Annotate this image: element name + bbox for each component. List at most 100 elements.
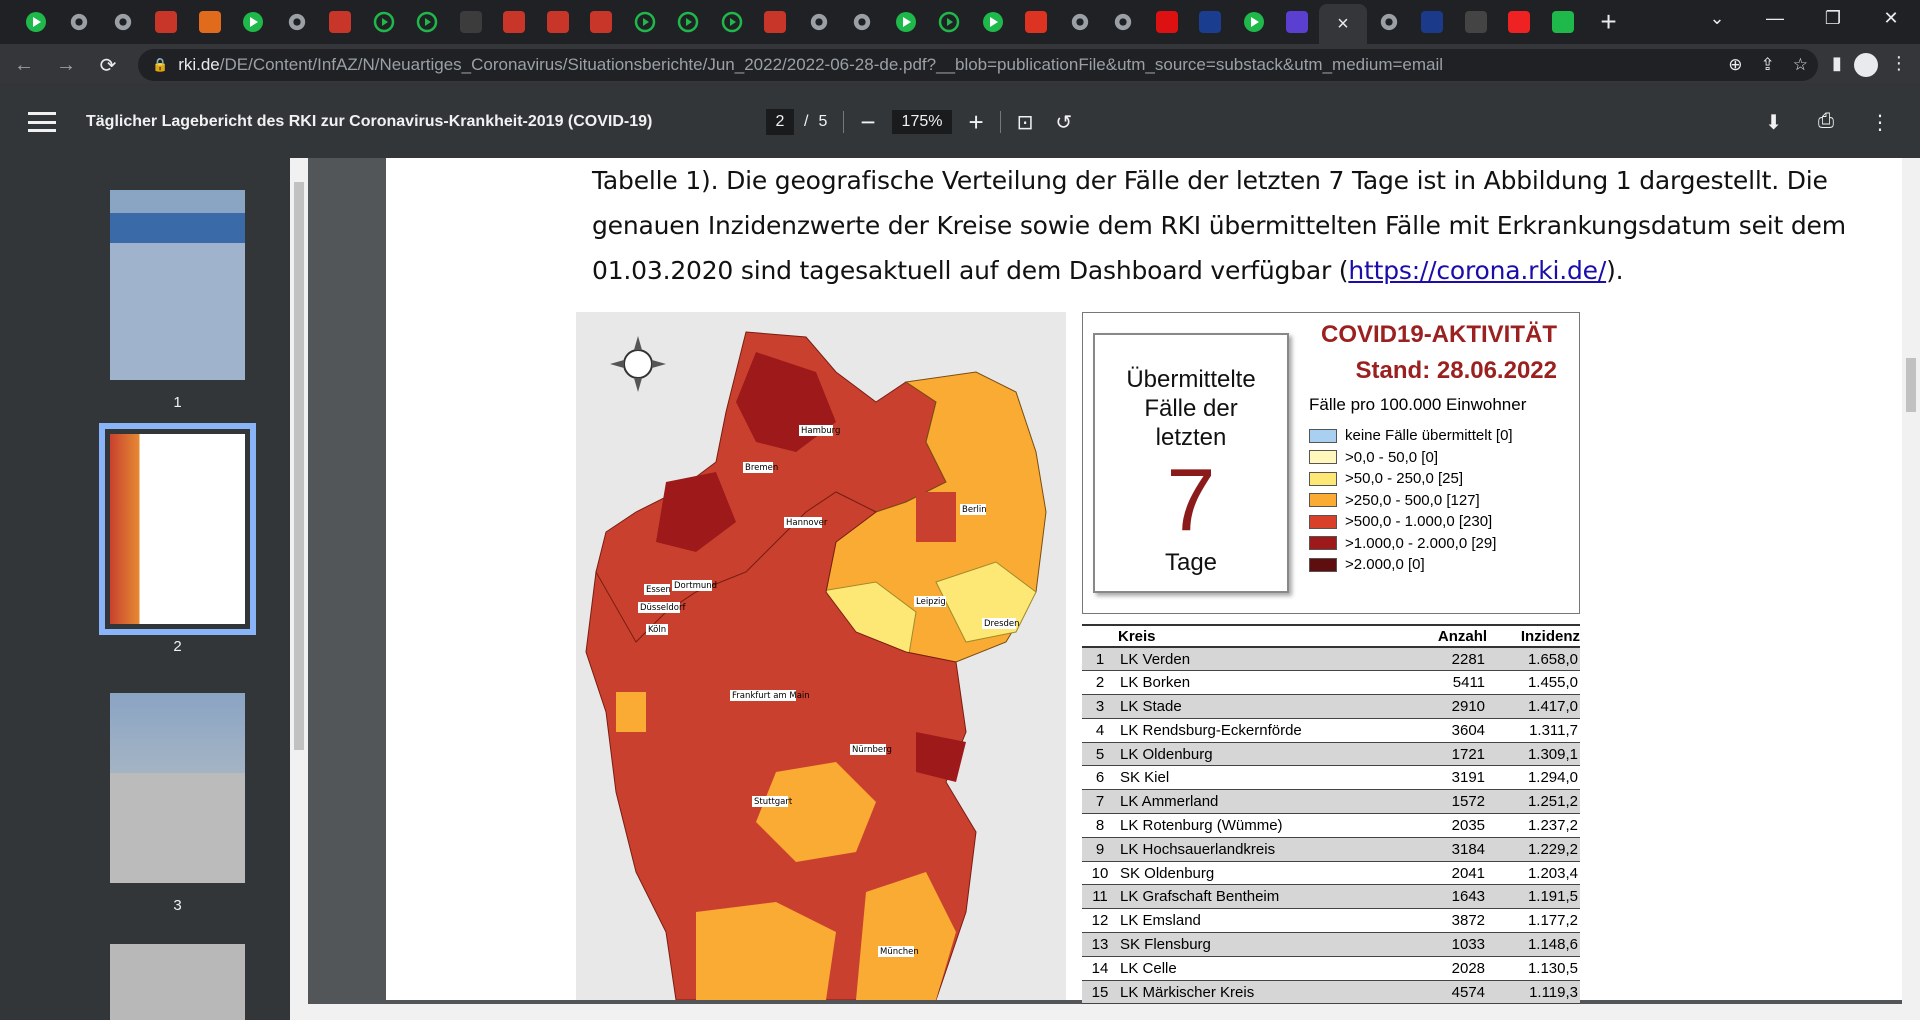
share-icon[interactable]: ⇪ bbox=[1761, 55, 1775, 75]
reload-button[interactable]: ⟳ bbox=[90, 47, 126, 83]
tab[interactable] bbox=[1276, 4, 1320, 40]
tab[interactable] bbox=[928, 4, 972, 40]
zoom-input[interactable]: 175% bbox=[891, 110, 953, 134]
fit-page-icon[interactable]: ⊡ bbox=[1017, 110, 1034, 135]
cell-inzidenz: 1.229,2 bbox=[1487, 837, 1580, 862]
close-window-button[interactable]: ✕ bbox=[1862, 0, 1920, 36]
tab[interactable] bbox=[536, 4, 580, 40]
window-controls: ⌄ — ❐ ✕ bbox=[1688, 0, 1920, 36]
youtube-icon bbox=[1508, 11, 1531, 33]
tab[interactable] bbox=[580, 4, 624, 40]
tab[interactable] bbox=[884, 4, 928, 40]
tab-search-icon[interactable]: ⌄ bbox=[1688, 0, 1746, 36]
film-icon bbox=[1199, 11, 1222, 33]
tab[interactable] bbox=[754, 4, 798, 40]
tab[interactable] bbox=[275, 4, 319, 40]
tab[interactable] bbox=[1232, 4, 1276, 40]
profile-avatar[interactable] bbox=[1853, 53, 1878, 77]
sidebar-scroll-thumb[interactable] bbox=[294, 182, 304, 750]
tab[interactable] bbox=[623, 4, 667, 40]
maximize-button[interactable]: ❐ bbox=[1804, 0, 1862, 36]
tab[interactable] bbox=[1058, 4, 1102, 40]
close-icon[interactable]: × bbox=[1337, 13, 1349, 36]
city-label-berlin: Berlin bbox=[962, 505, 987, 515]
legend-swatch bbox=[1309, 493, 1337, 508]
print-icon[interactable]: ⎙ bbox=[1818, 110, 1834, 135]
table-row: 1 LK Verden 2281 1.658,0 bbox=[1082, 647, 1580, 672]
tab[interactable] bbox=[1015, 4, 1059, 40]
cell-inzidenz: 1.191,5 bbox=[1487, 884, 1580, 910]
rotate-icon[interactable]: ↺ bbox=[1055, 110, 1072, 135]
cell-kreis: SK Oldenburg bbox=[1118, 861, 1410, 886]
table-row: 2 LK Borken 5411 1.455,0 bbox=[1082, 670, 1580, 696]
cell-rank: 1 bbox=[1082, 647, 1118, 672]
tab[interactable] bbox=[1541, 4, 1585, 40]
viewer-scrollbar[interactable] bbox=[1902, 158, 1920, 1004]
tab[interactable] bbox=[449, 4, 493, 40]
tab[interactable] bbox=[1367, 4, 1411, 40]
legend-box-number: 7 bbox=[1166, 450, 1216, 549]
pdf-toolbar: Täglicher Lagebericht des RKI zur Corona… bbox=[0, 86, 1920, 158]
back-button[interactable]: ← bbox=[6, 47, 42, 83]
col-header-anzahl: Anzahl bbox=[1409, 624, 1488, 648]
forward-button[interactable]: → bbox=[48, 47, 84, 83]
sidebar-menu-icon[interactable] bbox=[28, 112, 56, 132]
zoom-out-button[interactable]: − bbox=[860, 107, 875, 138]
lock-icon[interactable]: 🔒 bbox=[152, 57, 168, 73]
zoom-in-button[interactable]: + bbox=[968, 107, 983, 138]
play-outline-icon bbox=[416, 11, 438, 33]
page-number-input[interactable]: 2 bbox=[766, 109, 794, 135]
more-actions-icon[interactable]: ⋮ bbox=[1870, 110, 1890, 135]
tab[interactable] bbox=[1189, 4, 1233, 40]
play-outline-icon bbox=[721, 11, 743, 33]
cell-anzahl: 4574 bbox=[1409, 980, 1488, 1005]
table-row: 10 SK Oldenburg 2041 1.203,4 bbox=[1082, 861, 1580, 886]
tab[interactable] bbox=[319, 4, 363, 40]
dashboard-link[interactable]: https://corona.rki.de/ bbox=[1348, 256, 1606, 285]
tab[interactable] bbox=[1454, 4, 1498, 40]
tab[interactable] bbox=[841, 4, 885, 40]
viewer-scroll-thumb[interactable] bbox=[1906, 358, 1916, 412]
tab[interactable] bbox=[101, 4, 145, 40]
download-icon[interactable]: ⬇ bbox=[1765, 110, 1782, 135]
tab[interactable] bbox=[1411, 4, 1455, 40]
tab[interactable] bbox=[971, 4, 1015, 40]
tab-active[interactable]: × bbox=[1319, 4, 1367, 44]
tab[interactable] bbox=[710, 4, 754, 40]
cell-inzidenz: 1.119,3 bbox=[1487, 980, 1580, 1005]
pdf-viewer[interactable]: Tabelle 1). Die geografische Verteilung … bbox=[308, 158, 1920, 1020]
tab[interactable] bbox=[1498, 4, 1542, 40]
sidebar-scrollbar[interactable] bbox=[290, 158, 308, 1020]
cell-kreis: LK Celle bbox=[1118, 956, 1410, 981]
bookmark-star-icon[interactable]: ☆ bbox=[1793, 55, 1808, 75]
tab[interactable] bbox=[1102, 4, 1146, 40]
viewer-horizontal-scrollbar[interactable] bbox=[308, 1004, 1920, 1020]
thumbnail-page-2[interactable]: 2 bbox=[99, 423, 256, 655]
table-row: 8 LK Rotenburg (Wümme) 2035 1.237,2 bbox=[1082, 813, 1580, 838]
cell-anzahl: 2281 bbox=[1409, 647, 1488, 672]
tab[interactable] bbox=[362, 4, 406, 40]
legend-item: >1.000,0 - 2.000,0 [29] bbox=[1309, 533, 1513, 555]
tab[interactable] bbox=[14, 4, 58, 40]
tab[interactable] bbox=[145, 4, 189, 40]
tab[interactable] bbox=[797, 4, 841, 40]
table-row: 7 LK Ammerland 1572 1.251,2 bbox=[1082, 789, 1580, 815]
tab[interactable] bbox=[1145, 4, 1189, 40]
tab[interactable] bbox=[188, 4, 232, 40]
minimize-button[interactable]: — bbox=[1746, 0, 1804, 36]
new-tab-button[interactable]: + bbox=[1591, 4, 1627, 40]
thumbnail-page-3[interactable]: 3 bbox=[110, 693, 245, 914]
tab[interactable] bbox=[667, 4, 711, 40]
tab[interactable] bbox=[58, 4, 102, 40]
tab[interactable] bbox=[406, 4, 450, 40]
thumbnail-page-1[interactable]: 1 bbox=[110, 190, 245, 411]
side-panel-icon[interactable]: ▮ bbox=[1832, 53, 1842, 77]
thumbnail-page-4[interactable] bbox=[110, 944, 245, 1020]
menu-kebab-icon[interactable]: ⋮ bbox=[1890, 53, 1908, 77]
shield-icon bbox=[1069, 11, 1091, 33]
zoom-icon[interactable]: ⊕ bbox=[1728, 55, 1742, 75]
tab[interactable] bbox=[232, 4, 276, 40]
tab[interactable] bbox=[493, 4, 537, 40]
address-bar[interactable]: 🔒 rki.de/DE/Content/InfAZ/N/Neuartiges_C… bbox=[138, 49, 1818, 81]
thumbnail-label: 2 bbox=[173, 638, 182, 655]
